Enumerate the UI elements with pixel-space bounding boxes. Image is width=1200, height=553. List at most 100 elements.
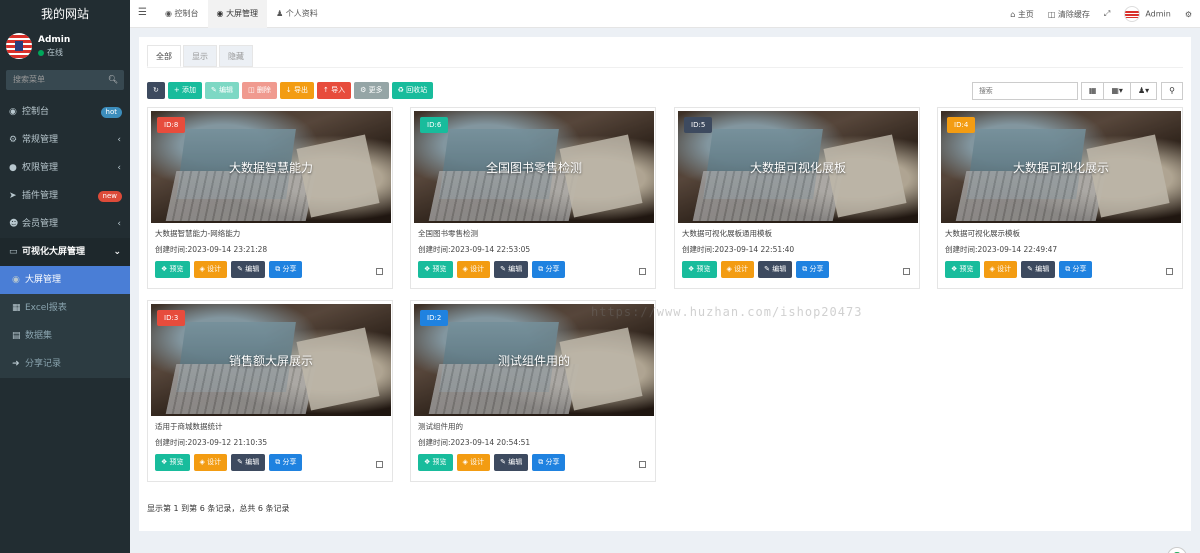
edit-button[interactable]: ✎ 编辑 xyxy=(758,261,793,278)
eye-icon: ❖ xyxy=(424,265,433,273)
sidebar-item-dataset[interactable]: ▤ 数据集 xyxy=(0,322,130,350)
design-button[interactable]: ◈ 设计 xyxy=(720,261,755,278)
list-icon: ▤ xyxy=(12,331,21,341)
id-badge: ID:3 xyxy=(157,310,186,326)
tab-screen-manage[interactable]: ◉ 大屏管理 xyxy=(207,0,268,28)
edit-button[interactable]: ✎ 编辑 xyxy=(231,261,266,278)
clear-cache-link[interactable]: ◫ 清除缓存 xyxy=(1048,9,1090,20)
select-checkbox[interactable] xyxy=(376,268,383,275)
sidebar-search-input[interactable]: 搜索菜单 🔍︎ xyxy=(6,70,124,90)
select-checkbox[interactable] xyxy=(639,461,646,468)
tab-hidden[interactable]: 隐藏 xyxy=(219,45,253,67)
design-label: 设计 xyxy=(734,265,749,273)
tab-show[interactable]: 显示 xyxy=(183,45,217,67)
card-created-time: 创建时间:2023-09-14 23:21:28 xyxy=(155,245,268,254)
share-button[interactable]: ⧉ 分享 xyxy=(532,454,566,471)
refresh-button[interactable]: ↻ xyxy=(147,82,165,99)
card-description: 适用于商城数据统计 xyxy=(155,422,223,431)
tab-profile[interactable]: ♟ 个人资料 xyxy=(267,0,327,28)
more-button[interactable]: ⚙ 更多 xyxy=(354,82,389,99)
online-dot-icon xyxy=(38,49,44,56)
chevron-left-icon: ‹ xyxy=(117,135,121,145)
design-button[interactable]: ◈ 设计 xyxy=(193,454,228,471)
pencil-icon: ✎ xyxy=(764,265,773,273)
design-button[interactable]: ◈ 设计 xyxy=(456,261,491,278)
select-checkbox[interactable] xyxy=(376,461,383,468)
sidebar-item-screen-manage[interactable]: ◉ 大屏管理 xyxy=(0,266,130,294)
export-dropdown-button[interactable]: ♟▾ xyxy=(1129,82,1158,100)
preview-button[interactable]: ❖ 预览 xyxy=(418,261,453,278)
admin-menu[interactable]: Admin xyxy=(1124,6,1171,22)
edit-button[interactable]: ✎ 编辑 xyxy=(494,454,529,471)
sidebar-item-share-log[interactable]: ➜ 分享记录 xyxy=(0,350,130,378)
dashboard-icon: ◉ xyxy=(165,9,175,18)
tab-label: 控制台 xyxy=(174,9,199,18)
edit-label: 编辑 xyxy=(219,86,234,94)
add-button[interactable]: + 添加 xyxy=(167,82,202,99)
share-button[interactable]: ⧉ 分享 xyxy=(269,454,303,471)
columns-button[interactable]: ▦▾ xyxy=(1103,82,1131,100)
card-thumbnail[interactable]: ID:8 大数据智慧能力 xyxy=(151,111,391,223)
sidebar-item-permission[interactable]: ● 权限管理 ‹ xyxy=(0,154,130,182)
delete-button[interactable]: ◫ 删除 xyxy=(242,82,277,99)
card-created-time: 创建时间:2023-09-12 21:10:35 xyxy=(155,438,268,447)
logo-icon[interactable]: S xyxy=(1167,547,1187,553)
select-checkbox[interactable] xyxy=(1166,268,1173,275)
search-input[interactable] xyxy=(971,82,1078,100)
settings-icon[interactable]: ⚙ xyxy=(1185,10,1192,19)
sidebar-item-plugins[interactable]: ➤ 插件管理 new xyxy=(0,182,130,210)
preview-button[interactable]: ❖ 预览 xyxy=(155,454,190,471)
eye-icon: ❖ xyxy=(161,265,170,273)
fullscreen-icon[interactable]: ⤢ xyxy=(1104,9,1110,19)
edit-button[interactable]: ✎ 编辑 xyxy=(494,261,529,278)
edit-button[interactable]: ✎ 编辑 xyxy=(204,82,240,99)
monitor-icon: ▭ xyxy=(9,247,18,257)
share-button[interactable]: ⧉ 分享 xyxy=(796,261,830,278)
import-button[interactable]: ↑ 导入 xyxy=(317,82,352,99)
brand-title[interactable]: 我的网站 xyxy=(0,0,130,28)
preview-button[interactable]: ❖ 预览 xyxy=(418,454,453,471)
search-icon[interactable]: 🔍︎ xyxy=(108,70,118,90)
preview-button[interactable]: ❖ 预览 xyxy=(682,261,717,278)
sidebar-item-excel[interactable]: ▦ Excel报表 xyxy=(0,294,130,322)
export-button[interactable]: ↓ 导出 xyxy=(279,82,314,99)
trash-icon: ◫ xyxy=(248,86,257,94)
home-icon: ⌂ xyxy=(1010,9,1018,19)
select-checkbox[interactable] xyxy=(903,268,910,275)
card-thumbnail[interactable]: ID:6 全国图书零售检测 xyxy=(414,111,654,223)
preview-button[interactable]: ❖ 预览 xyxy=(945,261,980,278)
rocket-icon: ➤ xyxy=(9,191,17,201)
eye-icon: ❖ xyxy=(161,458,170,466)
sidebar-item-bigscreen[interactable]: ▭ 可视化大屏管理 ⌄ xyxy=(0,238,130,266)
tab-all[interactable]: 全部 xyxy=(147,45,181,67)
edit-button[interactable]: ✎ 编辑 xyxy=(1021,261,1056,278)
table-view-button[interactable]: ▦ xyxy=(1080,82,1105,100)
design-label: 设计 xyxy=(997,265,1012,273)
cogs-icon: ⚙ xyxy=(9,135,18,145)
design-button[interactable]: ◈ 设计 xyxy=(983,261,1018,278)
sidebar-item-dashboard[interactable]: ◉ 控制台 hot xyxy=(0,98,130,126)
design-button[interactable]: ◈ 设计 xyxy=(456,454,491,471)
card-thumbnail[interactable]: ID:4 大数据可视化展示 xyxy=(941,111,1181,223)
card-thumbnail[interactable]: ID:5 大数据可视化展板 xyxy=(678,111,918,223)
recycle-button[interactable]: ♻ 回收站 xyxy=(391,82,434,99)
home-link[interactable]: ⌂ 主页 xyxy=(1010,9,1034,20)
tab-dashboard[interactable]: ◉ 控制台 xyxy=(156,0,208,28)
card-thumbnail[interactable]: ID:2 测试组件用的 xyxy=(414,304,654,416)
more-label: 更多 xyxy=(368,86,383,94)
palette-icon: ◈ xyxy=(726,265,735,273)
share-button[interactable]: ⧉ 分享 xyxy=(1059,261,1093,278)
preview-button[interactable]: ❖ 预览 xyxy=(155,261,190,278)
select-checkbox[interactable] xyxy=(639,268,646,275)
menu-toggle-icon[interactable]: ☰ xyxy=(138,7,147,18)
sidebar-item-general[interactable]: ⚙ 常规管理 ‹ xyxy=(0,126,130,154)
sidebar-item-label: 权限管理 xyxy=(22,163,59,173)
grid-icon: ▦▾ xyxy=(1111,86,1123,95)
card-thumbnail[interactable]: ID:3 销售额大屏展示 xyxy=(151,304,391,416)
search-toggle-button[interactable]: ⚲ xyxy=(1161,82,1183,100)
edit-button[interactable]: ✎ 编辑 xyxy=(231,454,266,471)
design-button[interactable]: ◈ 设计 xyxy=(193,261,228,278)
share-button[interactable]: ⧉ 分享 xyxy=(269,261,303,278)
share-button[interactable]: ⧉ 分享 xyxy=(532,261,566,278)
sidebar-item-members[interactable]: ☻ 会员管理 ‹ xyxy=(0,210,130,238)
